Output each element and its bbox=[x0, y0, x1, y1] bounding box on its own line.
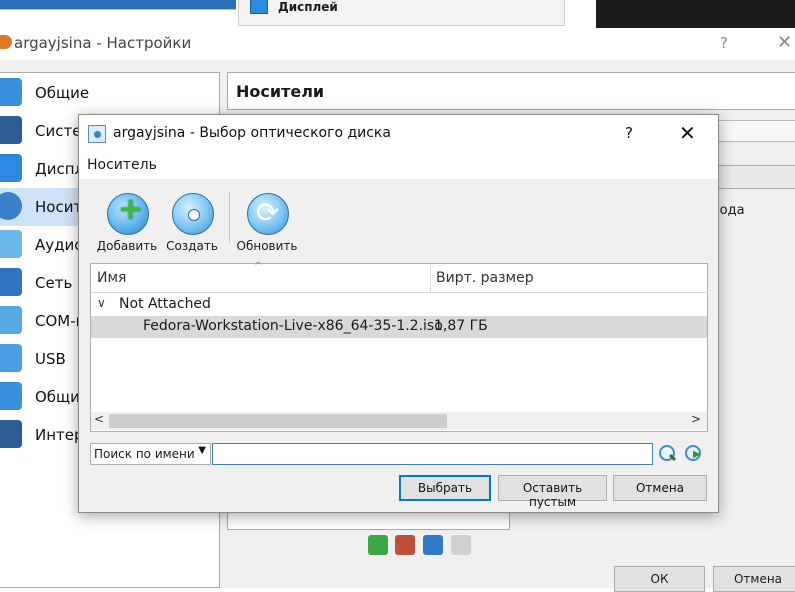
settings-cancel-button[interactable]: Отмена bbox=[713, 566, 795, 592]
storage-dropdown[interactable] bbox=[716, 165, 795, 189]
scroll-left-icon[interactable]: < bbox=[94, 412, 104, 426]
system-icon bbox=[0, 116, 22, 144]
add-controller-icon[interactable] bbox=[368, 535, 388, 555]
storage-header: Носители bbox=[227, 72, 795, 110]
dialog-title: argayjsina - Выбор оптического диска bbox=[113, 125, 391, 141]
column-header-label: Вирт. размер bbox=[436, 270, 534, 286]
settings-title: argayjsina - Настройки bbox=[14, 34, 192, 52]
remove-attachment-icon[interactable] bbox=[451, 535, 471, 555]
search-next-icon[interactable]: ▶ bbox=[683, 444, 703, 464]
button-label: Оставить пустым bbox=[522, 481, 583, 509]
dialog-toolbar: Добавить Создать Обновить bbox=[79, 179, 718, 259]
settings-close-icon[interactable]: ✕ bbox=[777, 32, 792, 53]
horizontal-scrollbar[interactable]: < > bbox=[91, 412, 707, 430]
toolbar-label: Создать bbox=[166, 239, 218, 253]
column-header-name[interactable]: ^ Имя bbox=[91, 261, 431, 293]
toolbar-label: Обновить bbox=[236, 239, 298, 253]
sidebar-item-label: Носит bbox=[35, 198, 83, 216]
scrollbar-thumb[interactable] bbox=[109, 414, 447, 428]
media-table: ^ Имя Вирт. размер ∨ Not Attached Fedora… bbox=[90, 261, 708, 432]
column-header-label: Имя bbox=[97, 270, 127, 286]
dialog-close-icon[interactable]: ✕ bbox=[679, 121, 696, 145]
table-row[interactable]: Fedora-Workstation-Live-x86_64-35-1.2.is… bbox=[91, 316, 707, 338]
sidebar-item-general[interactable]: Общие bbox=[0, 74, 219, 112]
audio-icon bbox=[0, 230, 22, 258]
general-icon bbox=[0, 78, 22, 106]
chevron-down-icon[interactable]: ∨ bbox=[97, 296, 106, 310]
shared-folders-icon bbox=[0, 382, 22, 410]
serial-port-icon bbox=[0, 306, 22, 334]
network-icon bbox=[0, 268, 22, 296]
sidebar-item-label: Общие bbox=[35, 84, 90, 102]
media-name: Fedora-Workstation-Live-x86_64-35-1.2.is… bbox=[143, 318, 443, 334]
optical-disk-icon bbox=[88, 125, 106, 143]
sidebar-item-label: Сеть bbox=[35, 274, 73, 292]
column-header-size[interactable]: Вирт. размер bbox=[430, 264, 708, 293]
cancel-button[interactable]: Отмена bbox=[613, 475, 707, 501]
button-label: Отмена bbox=[733, 572, 783, 586]
sidebar-item-label: Общи bbox=[35, 388, 80, 406]
search-input[interactable] bbox=[212, 443, 653, 465]
button-label: ОК bbox=[650, 572, 669, 586]
refresh-icon bbox=[247, 193, 289, 235]
refresh-button[interactable]: Обновить bbox=[235, 189, 299, 255]
sidebar-item-label: Диспл bbox=[35, 160, 85, 178]
add-disk-icon bbox=[107, 192, 149, 235]
leave-empty-button[interactable]: Оставить пустым bbox=[498, 475, 607, 509]
sidebar-item-label: USB bbox=[35, 350, 66, 368]
dialog-help-button[interactable]: ? bbox=[625, 124, 633, 142]
dropdown-arrow-icon: ▼ bbox=[198, 445, 206, 456]
sidebar-item-label: Интер bbox=[35, 426, 84, 444]
create-button[interactable]: Создать bbox=[160, 189, 224, 255]
group-label: Not Attached bbox=[119, 296, 211, 312]
storage-tree-bottom bbox=[227, 512, 510, 530]
usb-icon bbox=[0, 344, 22, 372]
sidebar-item-label: Аудио bbox=[35, 236, 84, 254]
dialog-menubar: Носитель bbox=[79, 151, 718, 179]
search-mode-select[interactable]: Поиск по имени ▼ bbox=[90, 443, 211, 465]
storage-tree-buttons bbox=[368, 535, 472, 557]
media-size: 1,87 ГБ bbox=[434, 318, 488, 334]
create-disk-icon bbox=[172, 193, 214, 235]
scroll-right-icon[interactable]: > bbox=[691, 412, 701, 426]
prev-display-label: Дисплей bbox=[278, 0, 338, 14]
add-button[interactable]: Добавить bbox=[95, 189, 159, 255]
display-icon bbox=[0, 154, 22, 182]
display-icon bbox=[250, 0, 268, 14]
remove-controller-icon[interactable] bbox=[395, 535, 415, 555]
optical-disk-selector-dialog: argayjsina - Выбор оптического диска ? ✕… bbox=[78, 114, 719, 513]
settings-help-button[interactable]: ? bbox=[720, 34, 728, 52]
button-label: Отмена bbox=[635, 481, 685, 495]
settings-ok-button[interactable]: ОК bbox=[614, 566, 705, 592]
menu-medium[interactable]: Носитель bbox=[87, 157, 157, 173]
toolbar-separator bbox=[229, 193, 230, 243]
sort-ascending-icon: ^ bbox=[254, 261, 263, 272]
prev-window-dark-area bbox=[596, 0, 795, 28]
storage-icon bbox=[0, 192, 22, 220]
add-attachment-icon[interactable] bbox=[423, 535, 443, 555]
search-previous-icon[interactable] bbox=[657, 444, 677, 464]
user-interface-icon bbox=[0, 420, 22, 448]
page-title: Носители bbox=[236, 82, 325, 101]
group-row[interactable]: ∨ Not Attached bbox=[91, 294, 707, 316]
button-label: Выбрать bbox=[417, 481, 473, 495]
choose-button[interactable]: Выбрать bbox=[399, 475, 491, 501]
prev-window-edge bbox=[0, 0, 236, 10]
search-mode-label: Поиск по имени bbox=[94, 447, 195, 461]
